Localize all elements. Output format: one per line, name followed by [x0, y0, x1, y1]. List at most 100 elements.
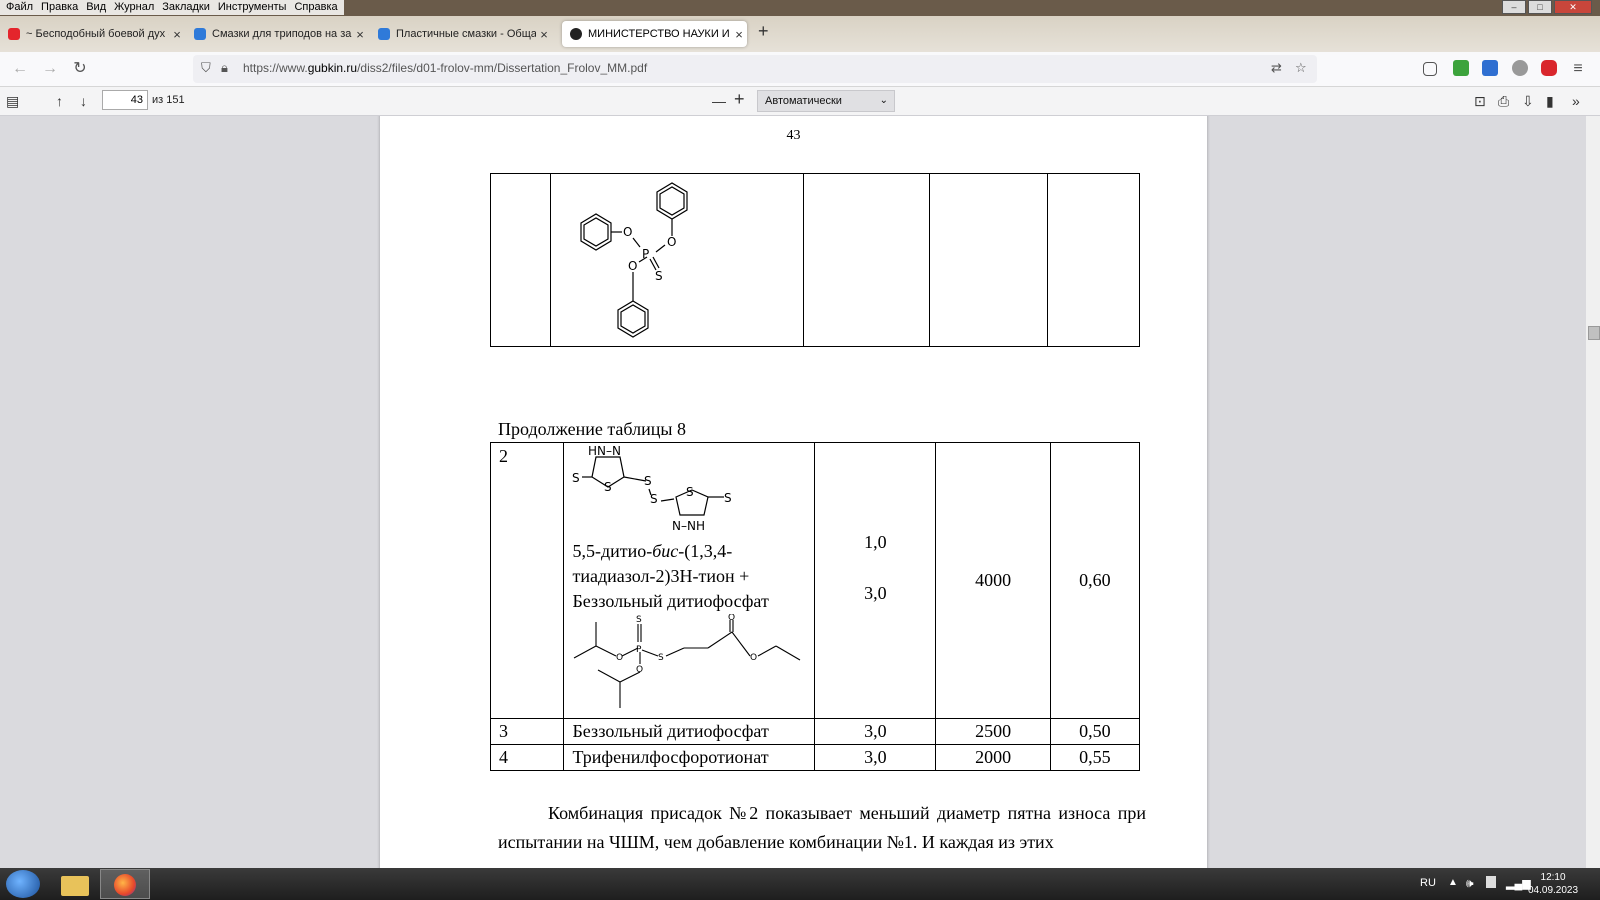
firefox-icon[interactable] [100, 869, 150, 899]
reload-icon[interactable]: ↻ [70, 59, 90, 79]
zoom-select[interactable]: Автоматически ⌄ [757, 90, 895, 112]
wear-cell: 0,50 [1049, 718, 1141, 745]
table-8-continued: 2 HN–N S S S S S S N–NH 5,5-дитио-бис-(1… [489, 442, 1141, 771]
additive-name-cell: HN–N S S S S S S N–NH 5,5-дитио-бис-(1,3… [563, 442, 816, 719]
table-row: 2 HN–N S S S S S S N–NH 5,5-дитио-бис-(1… [489, 442, 1141, 719]
load-cell: 2000 [935, 744, 1051, 771]
maximize-button[interactable]: □ [1528, 0, 1552, 14]
adblock-shield-icon[interactable] [1541, 60, 1557, 76]
shield-icon[interactable]: ⛉ [201, 60, 211, 76]
close-tab-icon[interactable]: × [731, 27, 747, 42]
signal-icon[interactable]: ▂▄▆ [1506, 877, 1531, 890]
vertical-scrollbar[interactable] [1586, 116, 1600, 868]
clock-time: 12:10 [1540, 872, 1566, 883]
tab-lubricants-tripods[interactable]: Смазки для триподов на заме × [186, 21, 368, 47]
triphenyl-phosphorothionate-structure: O O O P S [580, 182, 688, 338]
chem-atom-label: S [658, 653, 664, 663]
tab-ministry-pdf[interactable]: МИНИСТЕРСТВО НАУКИ И ВЫ × [562, 21, 747, 47]
table-row: 3 Беззольный дитиофосфат 3,0 2500 0,50 [489, 718, 1141, 745]
chem-atom-label: O [636, 665, 643, 675]
tray-expand-icon[interactable]: ▲ [1448, 877, 1458, 888]
chem-atom-label: S [650, 492, 658, 506]
close-tab-icon[interactable]: × [352, 27, 368, 42]
network-icon[interactable] [1486, 876, 1496, 888]
vpn-globe-icon[interactable] [1512, 60, 1528, 76]
windows-start-icon[interactable] [6, 870, 40, 898]
language-indicator[interactable]: RU [1420, 877, 1436, 889]
menu-bar: Файл Правка Вид Журнал Закладки Инструме… [0, 0, 1600, 16]
row-number: 2 [489, 442, 565, 719]
droplet-favicon-icon [378, 28, 390, 40]
bookmark-icon[interactable]: ▮ [1546, 91, 1554, 111]
menu-bookmarks[interactable]: Закладки [158, 0, 214, 15]
page-count-label: из 151 [152, 94, 185, 106]
menu-view[interactable]: Вид [82, 0, 110, 15]
close-tab-icon[interactable]: × [536, 27, 552, 42]
chem-atom-label: P [636, 645, 642, 655]
load-cell: 4000 [935, 442, 1051, 719]
next-page-icon[interactable]: ↓ [80, 91, 87, 111]
file-explorer-icon[interactable] [50, 869, 100, 899]
menu-tools[interactable]: Инструменты [214, 0, 291, 15]
download-helper-icon[interactable] [1453, 60, 1469, 76]
translate-icon[interactable]: ⇄ [1271, 60, 1282, 76]
presentation-mode-icon[interactable]: ⊡ [1474, 91, 1486, 111]
menu-file[interactable]: Файл [2, 0, 37, 15]
tab-youtube[interactable]: ~ Бесподобный боевой дух (З × [0, 21, 185, 47]
minimize-button[interactable]: – [1502, 0, 1526, 14]
table-cell [928, 173, 1048, 347]
volume-icon[interactable]: 🕪︎ [1466, 876, 1474, 891]
row-number: 3 [489, 718, 565, 745]
navigation-bar: ← → ↻ ⛉ 🔒︎ https://www.gubkin.ru/diss2/f… [0, 52, 1600, 87]
chem-atom-label: P [642, 247, 649, 261]
previous-page-icon[interactable]: ↑ [56, 91, 63, 111]
new-tab-button[interactable]: + [758, 21, 769, 42]
concentration-value: 1,0 [864, 532, 887, 552]
youtube-favicon-icon [8, 28, 20, 40]
concentration-cell: 1,0 3,0 [814, 442, 937, 719]
chem-atom-label: N–NH [672, 519, 705, 533]
address-bar[interactable]: ⛉ 🔒︎ https://www.gubkin.ru/diss2/files/d… [193, 55, 1317, 83]
chem-atom-label: S [644, 474, 652, 488]
print-icon[interactable]: ⎙ [1498, 91, 1509, 111]
tab-title: МИНИСТЕРСТВО НАУКИ И ВЫ [588, 28, 731, 40]
additive-name: 5,5-дитио-бис-(1,3,4-тиадиазол-2)3Н-тион… [572, 541, 769, 611]
chem-atom-label: O [667, 235, 676, 249]
sidebar-toggle-icon[interactable]: ▤ [6, 91, 19, 111]
chem-atom-label: O [623, 225, 632, 239]
zoom-in-button[interactable]: + [734, 89, 745, 109]
pocket-icon[interactable] [1423, 62, 1437, 76]
tab-title: ~ Бесподобный боевой дух (З [26, 28, 169, 40]
chem-atom-label: O [750, 653, 757, 663]
bookmark-star-icon[interactable]: ☆ [1295, 60, 1307, 76]
page-number-input[interactable]: 43 [102, 90, 148, 110]
concentration-value: 3,0 [814, 744, 937, 771]
zoom-out-button[interactable]: — [712, 91, 726, 111]
table-cell [490, 173, 551, 347]
lock-icon[interactable]: 🔒︎ [221, 60, 228, 76]
chem-atom-label: O [728, 614, 735, 623]
translator-icon[interactable] [1482, 60, 1498, 76]
menu-help[interactable]: Справка [290, 0, 341, 15]
save-icon[interactable]: ⇩ [1522, 91, 1534, 111]
pdf-toolbar: ▤ ↑ ↓ 43 из 151 — + Автоматически ⌄ ⊡ ⎙ ⇩… [0, 87, 1600, 116]
tools-chevron-icon[interactable]: » [1572, 91, 1580, 111]
hamburger-menu-icon[interactable]: ≡ [1568, 59, 1588, 79]
forward-arrow-icon[interactable]: → [40, 59, 60, 79]
pdf-page: 43 O O O P S Продолжение таблицы 8 2 HN–… [380, 116, 1207, 868]
chem-atom-label: S [655, 269, 663, 283]
tab-plastic-greases[interactable]: Пластичные смазки - Общая × [370, 21, 552, 47]
back-arrow-icon[interactable]: ← [10, 59, 30, 79]
taskbar: RU ▲ 🕪︎ ▂▄▆ 12:10 04.09.2023 [0, 868, 1600, 900]
close-tab-icon[interactable]: × [169, 27, 185, 42]
menu-history[interactable]: Журнал [110, 0, 158, 15]
row-number: 4 [489, 744, 565, 771]
tab-title: Пластичные смазки - Общая [396, 28, 536, 40]
close-window-button[interactable]: ✕ [1554, 0, 1592, 14]
scrollbar-thumb[interactable] [1588, 326, 1600, 340]
menu-edit[interactable]: Правка [37, 0, 82, 15]
url-text[interactable]: https://www.gubkin.ru/diss2/files/d01-fr… [243, 61, 647, 75]
chem-atom-label: S [572, 471, 580, 485]
clock[interactable]: 12:10 04.09.2023 [1528, 871, 1578, 897]
pdf-viewer[interactable]: 43 O O O P S Продолжение таблицы 8 2 HN–… [0, 116, 1600, 868]
